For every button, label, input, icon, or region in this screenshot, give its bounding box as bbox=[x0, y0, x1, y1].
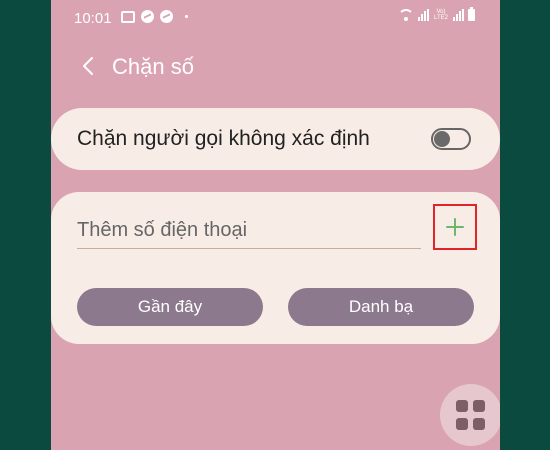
app-header: Chặn số bbox=[51, 48, 500, 84]
signal-icon-2 bbox=[453, 9, 464, 21]
messenger-notification-icon bbox=[141, 10, 154, 23]
apps-grid-button[interactable] bbox=[440, 384, 500, 446]
phone-screen: 10:01 Vo) LTE2 Chặn số Chặn người gọi kh… bbox=[51, 0, 500, 450]
recent-button[interactable]: Gần đây bbox=[77, 288, 263, 326]
grid-icon bbox=[456, 400, 486, 430]
signal-icon bbox=[418, 9, 429, 21]
more-notifications-dot-icon bbox=[185, 15, 188, 18]
back-button[interactable] bbox=[77, 54, 101, 78]
chevron-left-icon bbox=[83, 57, 93, 75]
contacts-button[interactable]: Danh bạ bbox=[288, 288, 474, 326]
block-unknown-card: Chặn người gọi không xác định bbox=[51, 108, 500, 170]
wifi-icon bbox=[398, 9, 414, 21]
add-number-button[interactable] bbox=[433, 204, 477, 250]
messenger-notification-icon-2 bbox=[160, 10, 173, 23]
status-time: 10:01 bbox=[74, 10, 112, 27]
toggle-knob bbox=[434, 131, 450, 147]
block-unknown-label: Chặn người gọi không xác định bbox=[77, 127, 370, 150]
status-system-icons: Vo) LTE2 bbox=[398, 7, 475, 21]
phone-number-input[interactable] bbox=[77, 212, 421, 249]
page-title: Chặn số bbox=[112, 54, 194, 79]
volte-label: Vo) LTE2 bbox=[434, 9, 448, 21]
battery-icon bbox=[468, 7, 475, 21]
add-number-card: Gần đây Danh bạ bbox=[51, 192, 500, 344]
status-notification-icons bbox=[121, 10, 188, 23]
status-bar: 10:01 Vo) LTE2 bbox=[51, 0, 500, 36]
gallery-notification-icon bbox=[121, 10, 135, 23]
plus-icon bbox=[446, 218, 464, 236]
block-unknown-toggle[interactable] bbox=[431, 128, 471, 150]
